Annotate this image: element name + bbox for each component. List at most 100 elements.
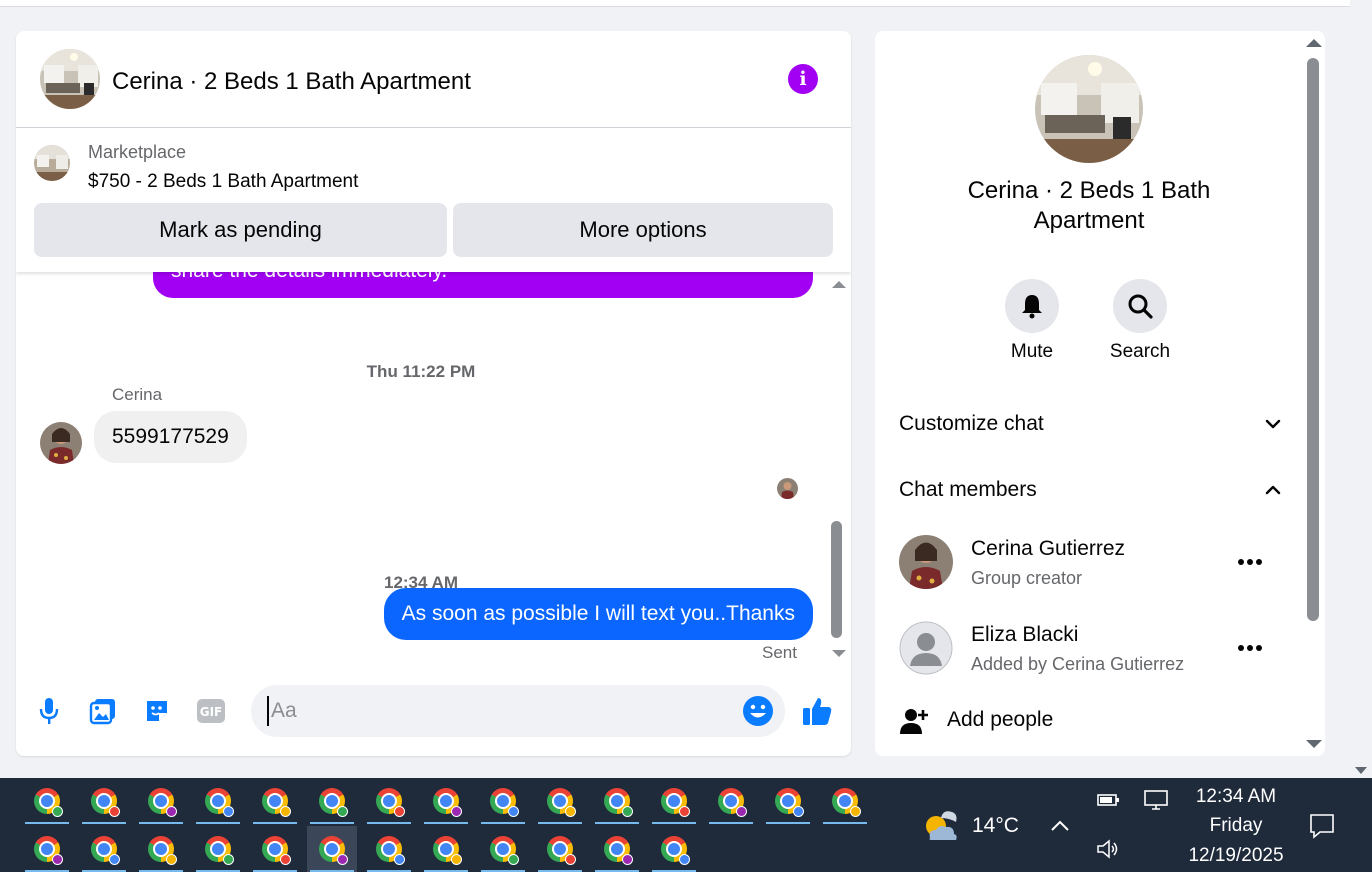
- running-indicator: [82, 822, 126, 824]
- chrome-icon: [718, 788, 747, 817]
- chat-panel: Cerina · 2 Beds 1 Bath Apartment i Marke…: [16, 31, 851, 756]
- chrome-taskbar-button[interactable]: [79, 778, 129, 824]
- member-row[interactable]: Eliza Blacki Added by Cerina Gutierrez: [899, 621, 1289, 683]
- profile-badge-icon: [565, 806, 576, 817]
- scroll-down-arrow[interactable]: [832, 650, 846, 657]
- info-icon[interactable]: i: [788, 64, 818, 94]
- running-indicator: [823, 822, 867, 824]
- profile-badge-icon: [622, 854, 633, 865]
- chrome-taskbar-button[interactable]: [307, 778, 357, 824]
- chevron-up-icon[interactable]: [1050, 818, 1070, 832]
- chrome-taskbar-button[interactable]: [478, 826, 528, 872]
- chrome-icon: [91, 788, 120, 817]
- scroll-up-arrow[interactable]: [1306, 39, 1322, 47]
- chrome-taskbar-button[interactable]: [136, 778, 186, 824]
- thread-scrollbar[interactable]: [826, 272, 851, 662]
- clock-day[interactable]: Friday: [1186, 815, 1286, 837]
- member-avatar[interactable]: [899, 535, 953, 589]
- listing-title[interactable]: $750 - 2 Beds 1 Bath Apartment: [88, 171, 358, 193]
- mute-button[interactable]: [1005, 279, 1059, 333]
- scroll-up-arrow[interactable]: [832, 281, 846, 288]
- page-scroll-down-arrow[interactable]: [1355, 767, 1367, 774]
- more-options-button[interactable]: More options: [453, 203, 833, 257]
- chrome-icon: [832, 788, 861, 817]
- microphone-icon[interactable]: [32, 694, 66, 728]
- mark-as-pending-button[interactable]: Mark as pending: [34, 203, 447, 257]
- gif-icon[interactable]: GIF: [194, 694, 228, 728]
- chrome-taskbar-button[interactable]: [478, 778, 528, 824]
- more-options-icon[interactable]: [1235, 547, 1265, 577]
- outgoing-message[interactable]: As soon as possible I will text you..Tha…: [383, 588, 813, 640]
- chrome-taskbar-button[interactable]: [706, 778, 756, 824]
- more-options-icon[interactable]: [1235, 633, 1265, 663]
- chrome-taskbar-button[interactable]: [193, 778, 243, 824]
- message-input-container: [251, 685, 785, 737]
- listing-thumbnail[interactable]: [34, 145, 70, 181]
- running-indicator: [766, 822, 810, 824]
- chrome-taskbar-button[interactable]: [421, 778, 471, 824]
- chrome-taskbar-button[interactable]: [307, 826, 357, 872]
- incoming-message[interactable]: 5599177529: [94, 411, 247, 463]
- running-indicator: [367, 822, 411, 824]
- chat-members-section[interactable]: Chat members: [899, 472, 1283, 508]
- emoji-icon[interactable]: [742, 695, 774, 727]
- chrome-taskbar-button[interactable]: [649, 778, 699, 824]
- search-button[interactable]: [1113, 279, 1167, 333]
- chrome-taskbar-button[interactable]: [250, 826, 300, 872]
- chrome-taskbar-button[interactable]: [364, 778, 414, 824]
- search-label: Search: [1109, 341, 1171, 362]
- running-indicator: [196, 822, 240, 824]
- clock-date[interactable]: 12/19/2025: [1186, 845, 1286, 867]
- sticker-icon[interactable]: [140, 694, 174, 728]
- chrome-taskbar-button[interactable]: [649, 826, 699, 872]
- chrome-taskbar-button[interactable]: [421, 826, 471, 872]
- chrome-icon: [205, 836, 234, 865]
- scroll-down-arrow[interactable]: [1306, 740, 1322, 748]
- page-scrollbar[interactable]: [1350, 0, 1372, 778]
- chrome-taskbar-button[interactable]: [820, 778, 870, 824]
- chrome-taskbar-button[interactable]: [364, 826, 414, 872]
- weather-icon[interactable]: [922, 804, 962, 844]
- message-input[interactable]: [267, 696, 727, 726]
- network-icon[interactable]: [1143, 789, 1169, 811]
- chrome-icon: [205, 788, 234, 817]
- chrome-taskbar-button[interactable]: [22, 826, 72, 872]
- scroll-thumb[interactable]: [1307, 58, 1319, 621]
- chrome-icon: [376, 788, 405, 817]
- photo-icon[interactable]: [86, 694, 120, 728]
- profile-badge-icon: [736, 806, 747, 817]
- timestamp: Thu 11:22 PM: [366, 362, 476, 381]
- member-name: Eliza Blacki: [971, 623, 1079, 646]
- chrome-taskbar-button[interactable]: [535, 826, 585, 872]
- profile-badge-icon: [679, 806, 690, 817]
- chrome-taskbar-button[interactable]: [250, 778, 300, 824]
- profile-badge-icon: [679, 854, 690, 865]
- details-scrollbar[interactable]: [1303, 31, 1325, 756]
- room-avatar-large[interactable]: [1035, 55, 1143, 163]
- chrome-taskbar-button[interactable]: [592, 778, 642, 824]
- chrome-taskbar-button[interactable]: [592, 826, 642, 872]
- chrome-taskbar-button[interactable]: [79, 826, 129, 872]
- customize-chat-section[interactable]: Customize chat: [899, 406, 1283, 442]
- chrome-taskbar-button[interactable]: [763, 778, 813, 824]
- notification-icon[interactable]: [1308, 812, 1336, 840]
- scroll-thumb[interactable]: [831, 521, 842, 638]
- add-people-button[interactable]: Add people: [899, 704, 1199, 740]
- chrome-taskbar-button[interactable]: [136, 826, 186, 872]
- clock-time[interactable]: 12:34 AM: [1186, 786, 1286, 808]
- battery-icon[interactable]: [1095, 790, 1121, 810]
- room-avatar[interactable]: [40, 49, 100, 109]
- seen-indicator-avatar: [777, 478, 798, 499]
- member-role: Added by Cerina Gutierrez: [971, 654, 1185, 674]
- chrome-taskbar-button[interactable]: [22, 778, 72, 824]
- thumbs-up-icon[interactable]: [800, 694, 834, 728]
- chrome-icon: [547, 836, 576, 865]
- member-avatar[interactable]: [899, 621, 953, 675]
- chat-title: Cerina · 2 Beds 1 Bath Apartment: [112, 68, 471, 95]
- sender-avatar[interactable]: [40, 422, 82, 464]
- member-row[interactable]: Cerina Gutierrez Group creator: [899, 535, 1289, 597]
- chrome-taskbar-button[interactable]: [193, 826, 243, 872]
- volume-icon[interactable]: [1095, 838, 1121, 860]
- chrome-taskbar-button[interactable]: [535, 778, 585, 824]
- temperature[interactable]: 14°C: [972, 814, 1019, 838]
